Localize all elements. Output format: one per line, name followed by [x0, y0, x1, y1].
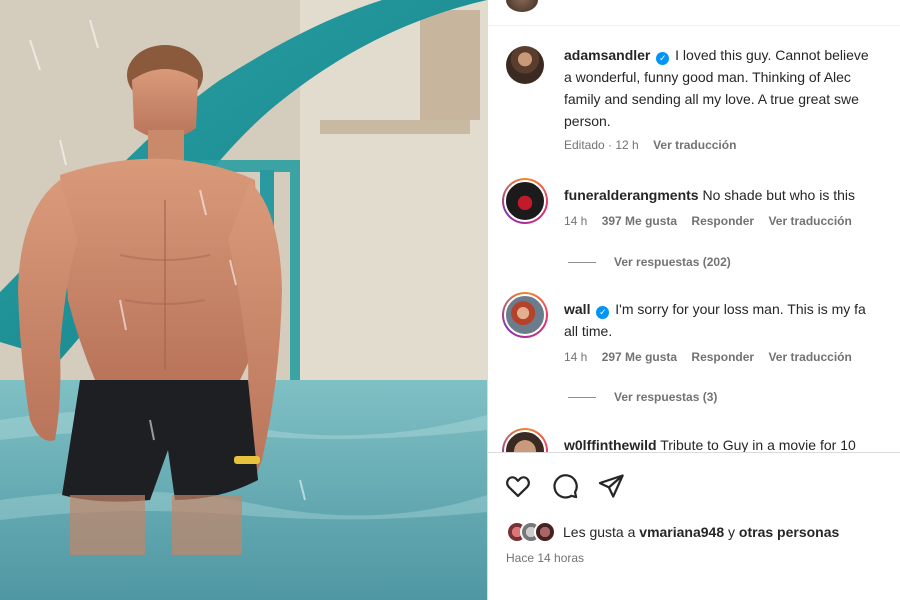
replies-line: [568, 397, 596, 399]
reply-link[interactable]: Responder: [691, 350, 754, 364]
caption-line: family and sending all my love. A true g…: [564, 91, 859, 107]
header-avatar[interactable]: [506, 0, 538, 12]
view-replies-label: Ver respuestas (3): [614, 390, 718, 404]
comment-body: No shade but who is this: [702, 187, 856, 203]
caption-meta: Editado · 12 h Ver traducción: [564, 138, 747, 152]
comment-time: 14 h: [564, 214, 588, 228]
replies-line: [568, 262, 596, 264]
comment-meta: 14 h 297 Me gusta Responder Ver traducci…: [564, 350, 863, 364]
comment-body: Tribute to Guy in a movie for 10: [660, 437, 856, 453]
view-replies[interactable]: Ver respuestas (202): [568, 255, 731, 269]
post-header: [488, 0, 900, 26]
comments-panel: adamsandler ✓ I loved this guy. Cannot b…: [488, 0, 900, 600]
likes-user[interactable]: vmariana948: [639, 524, 724, 540]
edited-time: Editado · 12 h: [564, 138, 639, 152]
heart-icon[interactable]: [504, 472, 532, 500]
comment-bubble-icon[interactable]: [551, 472, 579, 500]
comment-text: wall ✓ I'm sorry for your loss man. This…: [564, 298, 900, 342]
avatar[interactable]: [502, 292, 548, 338]
avatar[interactable]: [502, 178, 548, 224]
post-time-ago: Hace 14 horas: [506, 551, 585, 565]
avatar[interactable]: [506, 46, 544, 84]
view-replies[interactable]: Ver respuestas (3): [568, 390, 717, 404]
post-image: [0, 0, 487, 600]
verified-badge-icon: ✓: [656, 52, 670, 65]
comment-username[interactable]: wall: [564, 301, 590, 317]
caption-username[interactable]: adamsandler: [564, 47, 650, 63]
translate-link[interactable]: Ver traducción: [768, 214, 851, 228]
comment-username[interactable]: funeralderangments: [564, 187, 699, 203]
liker-avatar: [534, 521, 556, 543]
comment-username[interactable]: w0lffinthewild: [564, 437, 657, 453]
verified-badge-icon: ✓: [596, 306, 610, 319]
post-actions: Les gusta a vmariana948 y otras personas…: [488, 452, 900, 600]
likes-connector: y: [728, 524, 736, 540]
reply-link[interactable]: Responder: [691, 214, 754, 228]
translate-link[interactable]: Ver traducción: [653, 138, 736, 152]
comment-meta: 14 h 397 Me gusta Responder Ver traducci…: [564, 214, 863, 228]
likes-prefix: Les gusta a: [563, 524, 636, 540]
caption-text: adamsandler ✓ I loved this guy. Cannot b…: [564, 44, 900, 132]
caption-line: I loved this guy. Cannot believe: [675, 47, 869, 63]
paper-plane-icon[interactable]: [597, 472, 625, 500]
comment-likes[interactable]: 397 Me gusta: [602, 214, 677, 228]
translate-link[interactable]: Ver traducción: [768, 350, 851, 364]
caption-line: a wonderful, funny good man. Thinking of…: [564, 69, 851, 85]
comment-likes[interactable]: 297 Me gusta: [602, 350, 677, 364]
comment-time: 14 h: [564, 350, 588, 364]
likes-others[interactable]: otras personas: [739, 524, 839, 540]
likes-text: Les gusta a vmariana948 y otras personas: [563, 524, 839, 540]
post-photo: [0, 0, 487, 600]
caption-line: person.: [564, 113, 611, 129]
view-replies-label: Ver respuestas (202): [614, 255, 731, 269]
comment-body: all time.: [564, 323, 613, 339]
comment-body: I'm sorry for your loss man. This is my …: [615, 301, 866, 317]
comment-text: funeralderangments No shade but who is t…: [564, 184, 900, 206]
